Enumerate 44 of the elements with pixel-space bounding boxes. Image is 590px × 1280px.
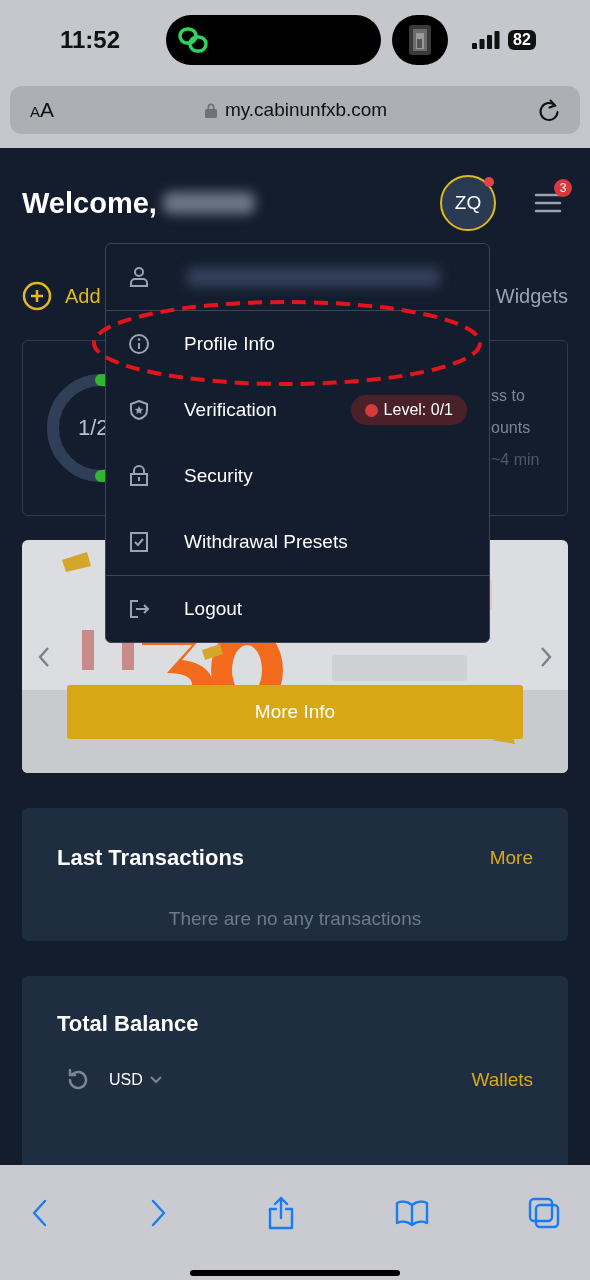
user-icon xyxy=(128,266,150,288)
card-title: Total Balance xyxy=(57,1011,200,1037)
menu-item[interactable]: Logout xyxy=(106,575,489,642)
chevron-left-icon[interactable] xyxy=(37,646,51,668)
welcome-heading: Welcome, xyxy=(22,186,157,220)
card-title: Last Transactions xyxy=(57,845,245,871)
card-text: ~4 min xyxy=(491,451,540,469)
url-text: my.cabinunfxb.com xyxy=(224,99,388,121)
avatar-button[interactable]: ZQ xyxy=(440,175,496,231)
plus-circle-icon xyxy=(22,281,52,311)
add-label: Add xyxy=(65,284,101,308)
battery-indicator: 82 xyxy=(508,30,536,50)
lock-icon xyxy=(204,102,217,118)
menu-item[interactable]: Profile Info xyxy=(106,311,489,377)
address-bar[interactable]: AA my.cabinunfxb.com xyxy=(10,86,580,134)
status-time: 11:52 xyxy=(60,26,120,54)
empty-message: There are no any transactions xyxy=(167,908,423,930)
checklist-icon xyxy=(128,531,150,553)
lock-icon xyxy=(128,465,150,487)
chevron-down-icon xyxy=(148,1075,163,1085)
currency-dropdown[interactable]: USD xyxy=(109,1071,163,1089)
add-widget-link[interactable]: Add xyxy=(22,281,101,311)
menu-item[interactable]: Withdrawal Presets xyxy=(106,509,489,575)
signal-icon xyxy=(472,31,500,49)
tabs-icon[interactable] xyxy=(528,1196,560,1229)
menu-item[interactable]: Security xyxy=(106,443,489,509)
notification-badge: 3 xyxy=(554,179,572,197)
link-icon xyxy=(178,27,208,53)
card-text: ss to xyxy=(491,387,525,405)
level-text: Level: 0/1 xyxy=(383,401,453,419)
wallets-link[interactable]: Wallets xyxy=(471,1069,533,1091)
share-icon[interactable] xyxy=(266,1195,296,1230)
text-size-button[interactable]: AA xyxy=(30,98,55,122)
shield-icon xyxy=(128,399,150,421)
logout-icon xyxy=(128,598,150,620)
widgets-label[interactable]: Widgets xyxy=(495,284,568,308)
reload-icon[interactable] xyxy=(538,98,560,122)
menu-item[interactable]: Verification Level: 0/1 xyxy=(106,377,489,443)
card-text: ounts xyxy=(491,419,531,437)
info-icon xyxy=(128,333,150,355)
menu-icon[interactable] xyxy=(534,191,562,215)
bookmarks-icon[interactable] xyxy=(394,1198,430,1227)
chevron-right-icon[interactable] xyxy=(539,646,553,668)
more-link[interactable]: More xyxy=(489,847,533,869)
